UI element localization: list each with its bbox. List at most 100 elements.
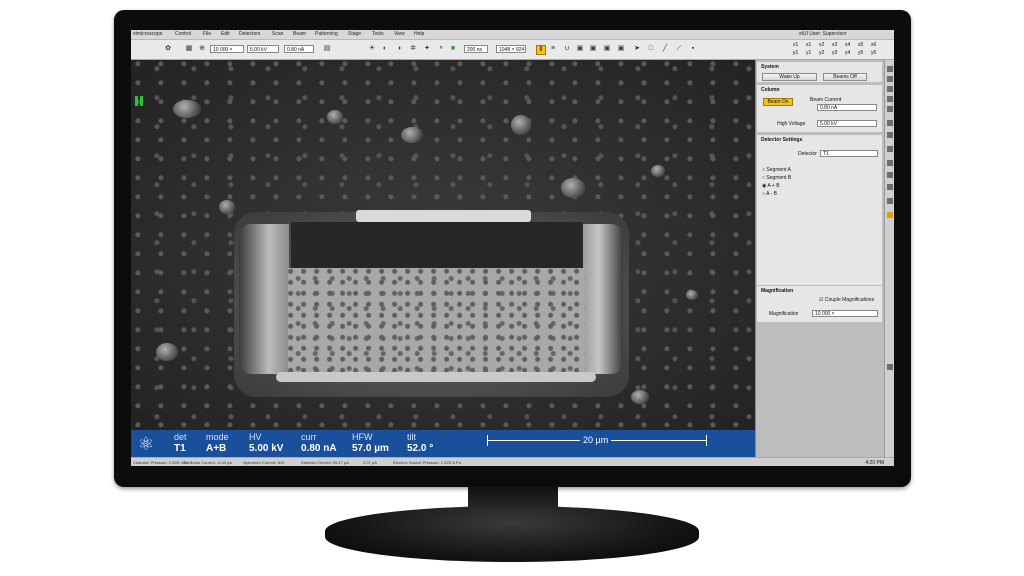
pause-scan-button[interactable]: Ⅱ xyxy=(536,45,546,55)
line-tool-icon[interactable]: ╱ xyxy=(661,45,669,53)
tool-icon-2[interactable] xyxy=(887,76,893,82)
beam-on-button[interactable]: Beam On xyxy=(763,98,793,106)
snapshot-icon[interactable]: ▣ xyxy=(589,45,597,53)
segment-a-radio[interactable]: ○ Segment A xyxy=(762,167,791,173)
menu-patterning[interactable]: Patterning xyxy=(315,31,338,37)
menu-file[interactable]: File xyxy=(203,31,211,37)
quad-y4[interactable]: y4 xyxy=(845,50,850,56)
quad-y1[interactable]: y1 xyxy=(793,50,798,56)
menu-tools[interactable]: Tools xyxy=(372,31,384,37)
quad-y5[interactable]: y5 xyxy=(858,50,863,56)
sem-image-view[interactable] xyxy=(131,60,755,430)
tool-icon-3[interactable] xyxy=(887,86,893,92)
tool-icon-8[interactable] xyxy=(887,146,893,152)
curr-label: curr xyxy=(301,432,317,442)
magnification-field[interactable]: 10 000 × xyxy=(210,45,244,53)
quad-x3[interactable]: x3 xyxy=(832,42,837,48)
save-icon[interactable]: ▣ xyxy=(617,45,625,53)
tool-icon-12[interactable] xyxy=(887,198,893,204)
target-icon[interactable]: ⊕ xyxy=(198,45,206,53)
tool-icon-14[interactable] xyxy=(887,364,893,370)
tool-icon-13[interactable] xyxy=(887,212,893,218)
beams-off-button[interactable]: Beams Off xyxy=(823,73,867,81)
paused-icon[interactable] xyxy=(135,96,143,106)
detector-group: Detector Settings Detector T1 ○ Segment … xyxy=(757,135,882,285)
menu-beam[interactable]: Beam xyxy=(293,31,306,37)
quad-x4[interactable]: x4 xyxy=(845,42,850,48)
focus-icon[interactable]: ✲ xyxy=(409,45,417,53)
cross-section xyxy=(288,268,585,375)
quad-x1b[interactable]: x1 xyxy=(806,42,811,48)
magnification-title: Magnification xyxy=(761,288,794,294)
high-voltage-field[interactable]: 5.00 kV xyxy=(817,120,877,127)
tool-icon-10[interactable] xyxy=(887,172,893,178)
system-title: System xyxy=(761,64,779,70)
voltage-field[interactable]: 5.00 kV xyxy=(247,45,279,53)
menu-view[interactable]: View xyxy=(394,31,405,37)
quad-x5[interactable]: x5 xyxy=(858,42,863,48)
stigmator-icon[interactable]: ✦ xyxy=(423,45,431,53)
lines-icon[interactable]: ≡ xyxy=(549,45,557,53)
menu-scan[interactable]: Scan xyxy=(272,31,283,37)
contrast-icon[interactable]: ◐ xyxy=(381,45,389,53)
scan-icon[interactable]: ▦ xyxy=(185,45,193,53)
lens-icon[interactable]: ⚬ xyxy=(437,45,445,53)
quad-y2[interactable]: y2 xyxy=(819,50,824,56)
quad-x1[interactable]: x1 xyxy=(793,42,798,48)
a-minus-b-radio[interactable]: ○ A - B xyxy=(762,191,777,197)
beam-icon[interactable]: ∪ xyxy=(563,45,571,53)
play-icon[interactable]: ■ xyxy=(449,45,457,53)
beam-current-label: Beam Current xyxy=(810,97,842,103)
control-panel: System Wake Up Beams Off Column Beam On … xyxy=(755,60,884,457)
specimen-current: Specimen Current: N/A xyxy=(243,460,285,465)
wake-up-button[interactable]: Wake Up xyxy=(762,73,817,81)
current-field[interactable]: 0.80 nA xyxy=(284,45,314,53)
atom-logo-icon: ⚛ xyxy=(137,434,155,454)
video-icon[interactable]: ▣ xyxy=(603,45,611,53)
quad-y3[interactable]: y3 xyxy=(832,50,837,56)
grid-icon[interactable]: ▤ xyxy=(323,45,331,53)
tool-icon-6[interactable] xyxy=(887,120,893,126)
brightness-icon[interactable]: ◑ xyxy=(395,45,403,53)
menu-edit[interactable]: Edit xyxy=(221,31,230,37)
menu-stage[interactable]: Stage xyxy=(348,31,361,37)
quad-x2[interactable]: x2 xyxy=(819,42,824,48)
menu-bar: xtmicroscope Control File Edit Detectors… xyxy=(131,30,894,40)
tilt-value: 52.0 ° xyxy=(407,443,434,454)
tool-icon-4[interactable] xyxy=(887,96,893,102)
options-icon[interactable]: ▪ xyxy=(689,45,697,53)
high-voltage-label: High Voltage xyxy=(777,121,806,127)
tool-icon-5[interactable] xyxy=(887,106,893,112)
tool-icon-11[interactable] xyxy=(887,184,893,190)
couple-magnifications-checkbox[interactable]: ☑ Couple Magnifications xyxy=(819,297,874,303)
scale-label: 20 µm xyxy=(580,435,612,446)
tool-icon-1[interactable] xyxy=(887,66,893,72)
quad-y1b[interactable]: y1 xyxy=(806,50,811,56)
camera-icon[interactable]: ▣ xyxy=(576,45,584,53)
tool-icon-7[interactable] xyxy=(887,132,893,138)
beam-current-field[interactable]: 0.80 nA xyxy=(817,104,877,111)
quad-y6[interactable]: y6 xyxy=(871,50,876,56)
leaf-icon[interactable]: ✿ xyxy=(164,45,172,53)
a-plus-b-radio[interactable]: ◉ A + B xyxy=(762,183,780,189)
quad-x6[interactable]: x6 xyxy=(871,42,876,48)
segment-b-radio[interactable]: ○ Segment B xyxy=(762,175,791,181)
menu-control[interactable]: Control xyxy=(175,31,191,37)
mode-label: mode xyxy=(206,432,229,442)
detector-select[interactable]: T1 xyxy=(820,150,878,157)
clock: 4:20 PM xyxy=(865,460,884,466)
measure-icon[interactable]: ⟋ xyxy=(675,45,683,53)
curr-value: 0.80 nA xyxy=(301,443,337,454)
menu-detectors[interactable]: Detectors xyxy=(239,31,260,37)
menu-help[interactable]: Help xyxy=(414,31,424,37)
magnification-panel-field[interactable]: 10 000 × xyxy=(812,310,878,317)
hv-label: HV xyxy=(249,432,262,442)
pointer-icon[interactable]: ➤ xyxy=(633,45,641,53)
det-value: T1 xyxy=(174,443,186,454)
tool-icon-9[interactable] xyxy=(887,160,893,166)
sun-icon[interactable]: ☀ xyxy=(368,45,376,53)
dwell-field[interactable]: 200 ns xyxy=(464,45,488,53)
magnification-label: Magnification xyxy=(769,311,799,317)
resolution-field[interactable]: 1048 × 924 xyxy=(496,45,526,53)
rect-tool-icon[interactable]: □ xyxy=(647,45,655,53)
